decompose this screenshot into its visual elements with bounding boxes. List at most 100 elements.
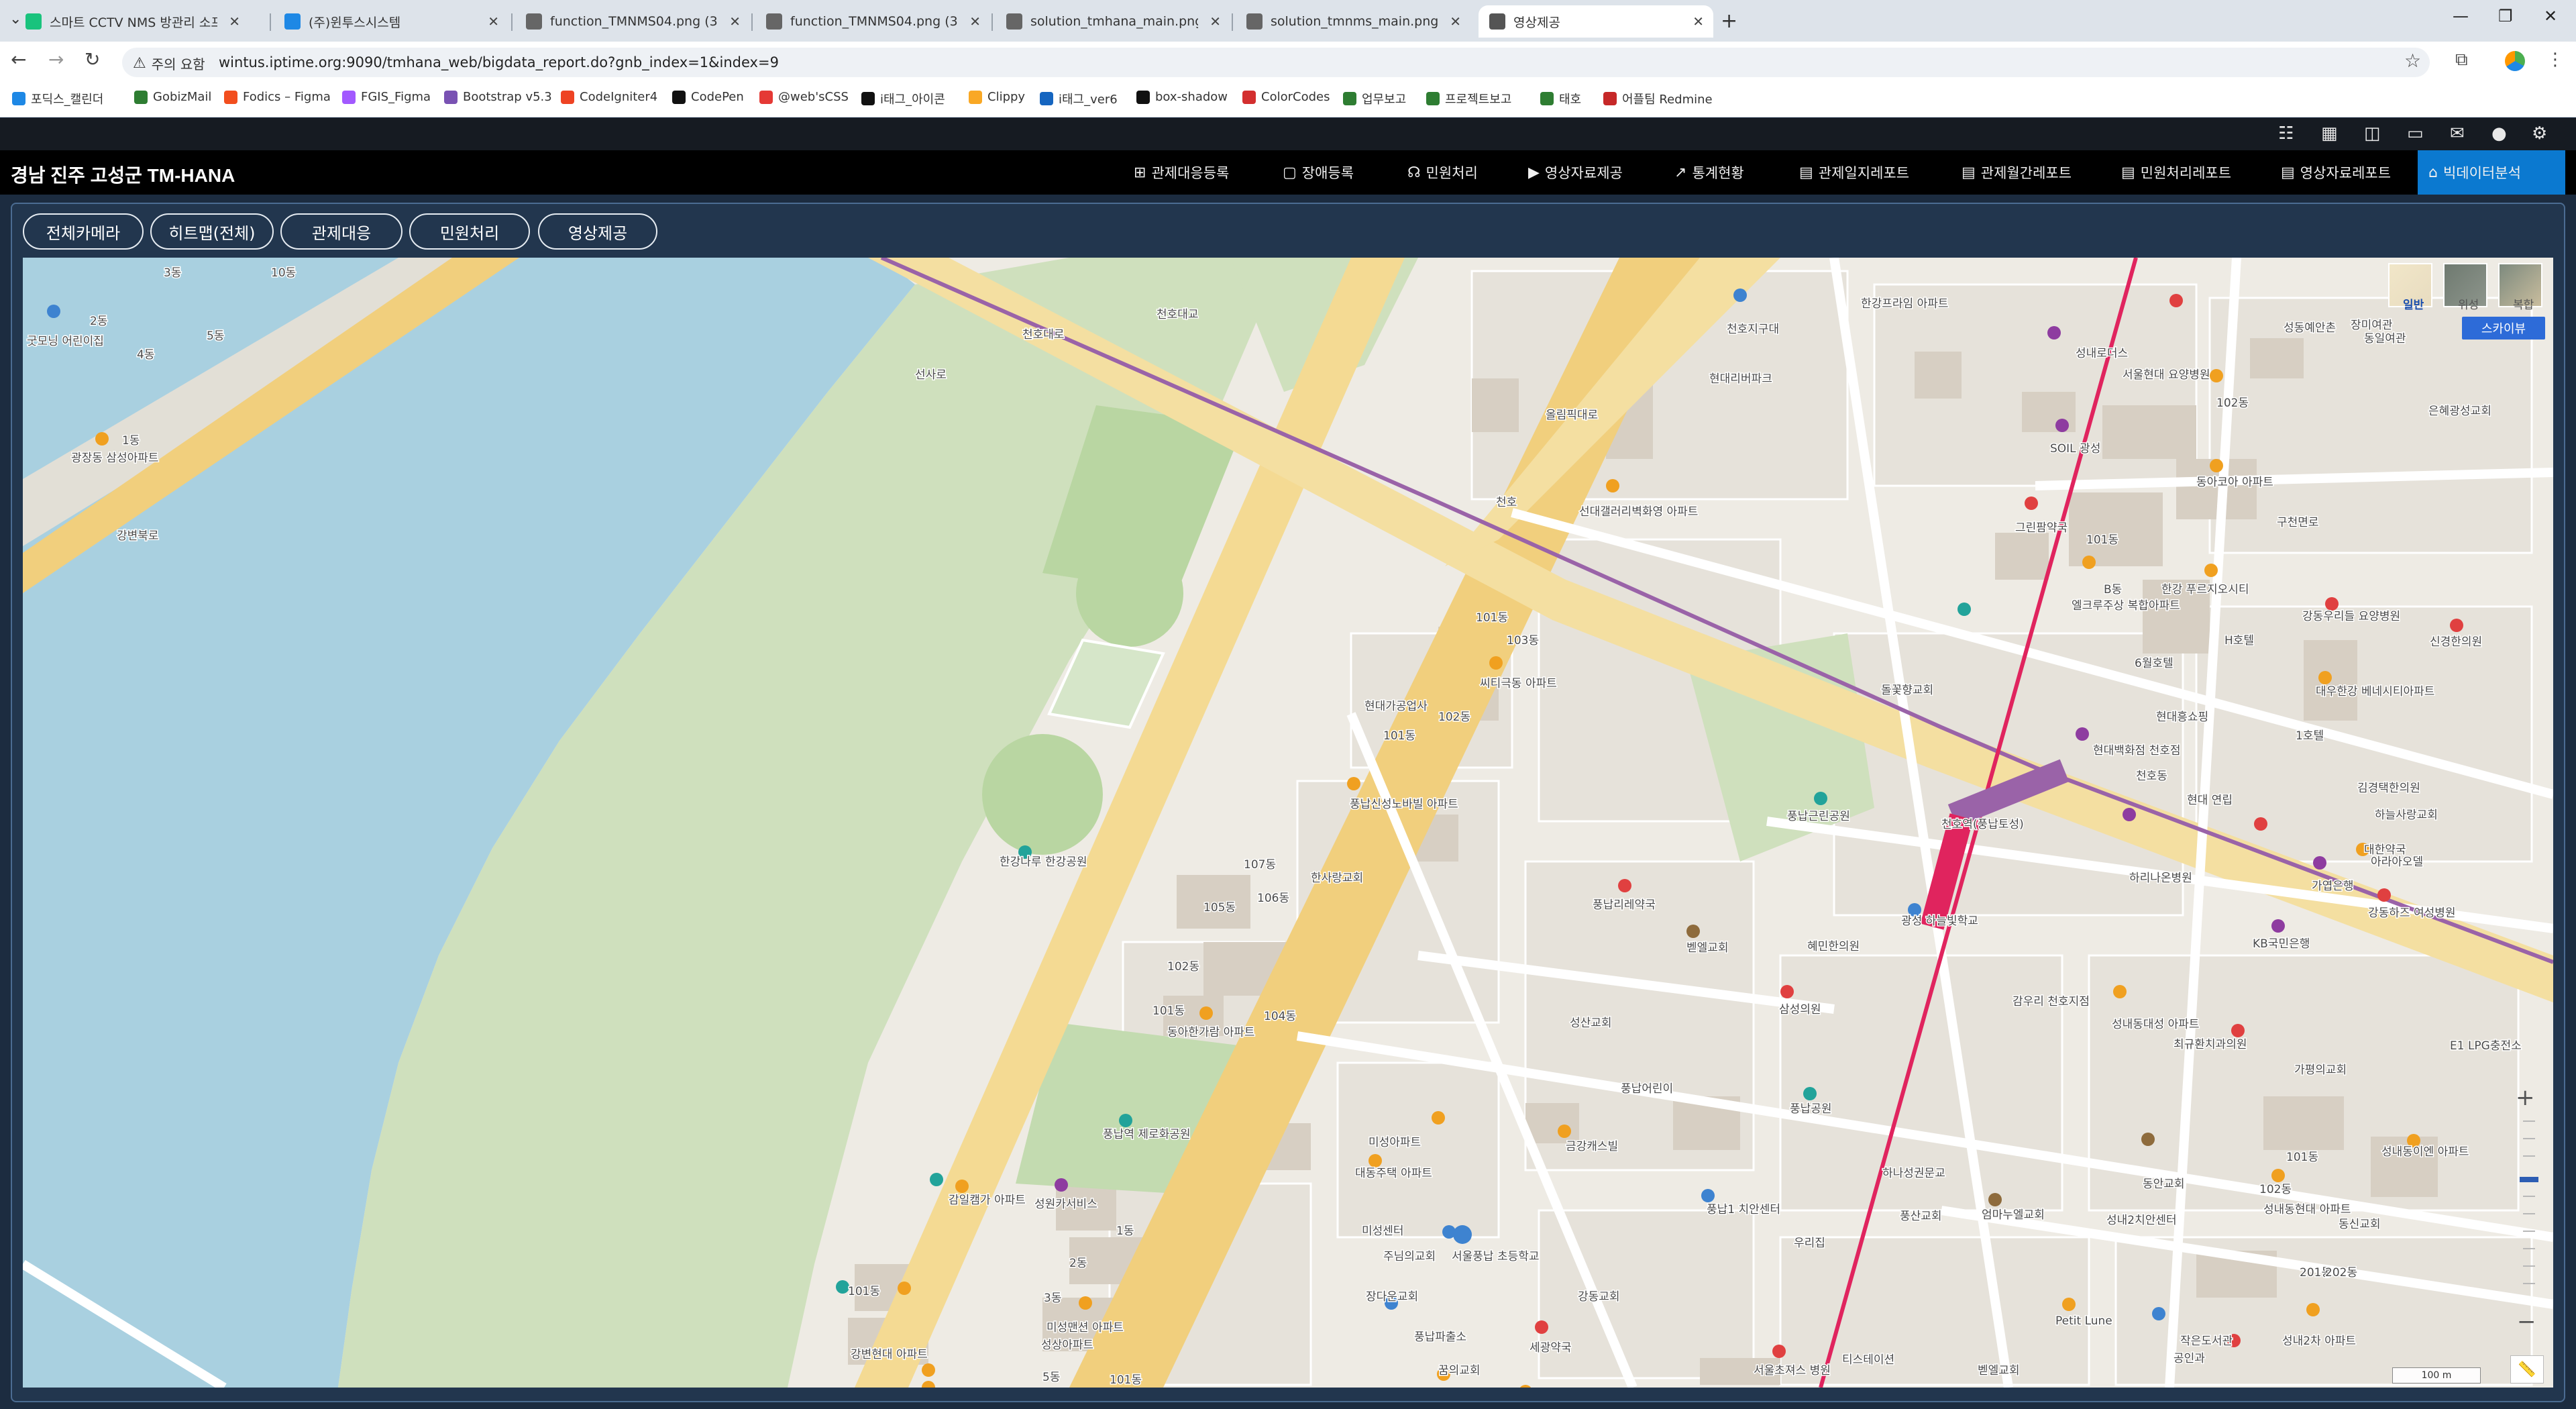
filter-button[interactable]: 히트맵(전체) (150, 213, 274, 250)
tab-close-icon[interactable]: ✕ (729, 13, 741, 30)
video-icon[interactable]: ▭ (2407, 123, 2424, 144)
bookmark-item[interactable]: @web'sCSS (759, 90, 849, 104)
user-icon[interactable]: ● (2491, 123, 2507, 144)
profile-avatar[interactable] (2505, 51, 2525, 71)
menu-item[interactable]: ▤ 관제일지레포트 (1799, 150, 1909, 195)
bookmark-star-icon[interactable]: ☆ (2404, 50, 2421, 72)
tab-close-icon[interactable]: ✕ (1210, 13, 1221, 30)
security-warning-chip[interactable]: ⚠ 주의 요함 (133, 54, 205, 73)
skyview-button[interactable]: 스카이뷰 (2462, 317, 2545, 340)
bookmark-item[interactable]: Clippy (969, 90, 1025, 104)
bookmark-item[interactable]: box-shadow (1136, 90, 1228, 104)
bookmark-favicon-icon (561, 90, 574, 104)
filter-button[interactable]: 영상제공 (538, 213, 657, 250)
map-view[interactable]: 3동 10동 2동 5동 4동 굿모닝 어린이집 1동 광장동 삼성아파트 강변북로 천호대교 올림… (23, 258, 2553, 1388)
close-window-icon[interactable]: ✕ (2544, 7, 2557, 25)
map-label: 풍납리레약국 (1593, 898, 1656, 912)
menu-item[interactable]: ☊ 민원처리 (1407, 150, 1478, 195)
bookmark-item[interactable]: GobizMail (134, 90, 211, 104)
browser-tab[interactable]: solution_tmnms_main.png (72 ✕ (1236, 5, 1470, 38)
zoom-out-icon[interactable]: − (2517, 1308, 2536, 1335)
filter-button[interactable]: 민원처리 (409, 213, 530, 250)
bookmark-item[interactable]: 어플팀 Redmine (1603, 90, 1713, 107)
bookmark-favicon-icon (1603, 92, 1617, 105)
menu-item[interactable]: ↗ 통계현황 (1674, 150, 1744, 195)
menu-item[interactable]: ⌂ 빅데이터분석 (2418, 150, 2565, 195)
menu-item[interactable]: ▢ 장애등록 (1283, 150, 1354, 195)
menu-item-label: 통계현황 (1692, 165, 1744, 181)
tab-favicon-icon (25, 13, 42, 30)
bookmark-item[interactable]: 프로젝트보고 (1426, 90, 1511, 107)
bookmark-item[interactable]: CodeIgniter4 (561, 90, 657, 104)
bookmark-favicon-icon (134, 90, 148, 104)
browser-tab[interactable]: 영상제공 ✕ (1479, 5, 1713, 38)
back-icon[interactable]: ← (11, 48, 26, 70)
reload-icon[interactable]: ↻ (85, 48, 100, 70)
restore-icon[interactable]: ❐ (2498, 7, 2513, 25)
calendar-icon[interactable]: ▦ (2321, 123, 2338, 144)
list-settings-icon[interactable]: ☷ (2278, 123, 2294, 144)
map-label: 주님의교회 (1383, 1250, 1436, 1263)
bookmark-item[interactable]: i태그_ver6 (1040, 90, 1118, 107)
map-label: 동아한가람 아파트 (1167, 1026, 1255, 1039)
bookmark-favicon-icon (1242, 90, 1256, 104)
map-canvas: 3동 10동2동5동4동굿모닝 어린이집1동광장동 삼성아파트강변북로천호대교올림… (23, 258, 2553, 1388)
menu-item[interactable]: ▶ 영상자료제공 (1528, 150, 1623, 195)
bookmark-label: 어플팀 Redmine (1622, 93, 1713, 107)
tab-close-icon[interactable]: ✕ (1450, 13, 1461, 30)
map-label: 선대갤러리벽화영 아파트 (1579, 505, 1698, 519)
map-label: 101동 (1383, 729, 1415, 743)
map-label: 2동 (90, 315, 107, 328)
bookmark-item[interactable]: 업무보고 (1343, 90, 1406, 107)
zoom-slider-handle[interactable] (2520, 1177, 2538, 1182)
ruler-icon[interactable]: 📏 (2510, 1355, 2544, 1384)
map-label: 서울풍납 초등학교 (1452, 1250, 1540, 1263)
bookmark-item[interactable]: CodePen (672, 90, 744, 104)
extensions-icon[interactable]: ⧉ (2455, 50, 2468, 70)
bookmark-item[interactable]: 태호 (1540, 90, 1581, 107)
bookmark-item[interactable]: 포딕스_캘린더 (12, 90, 103, 107)
tab-favicon-icon (526, 13, 542, 30)
minimize-icon[interactable]: — (2453, 7, 2469, 25)
map-label: 동아코아 아파트 (2196, 476, 2273, 489)
bookmark-item[interactable]: Fodics – Figma (224, 90, 331, 104)
filter-button[interactable]: 관제대응 (280, 213, 402, 250)
tab-close-icon[interactable]: ✕ (969, 13, 981, 30)
menu-item[interactable]: ▤ 민원처리레포트 (2121, 150, 2231, 195)
baseball-field (1076, 539, 1183, 647)
url-text[interactable]: wintus.iptime.org:9090/tmhana_web/bigdat… (219, 54, 779, 70)
new-tab-button[interactable]: + (1721, 9, 1737, 33)
browser-tab[interactable]: function_TMNMS04.png (360× ✕ (515, 5, 750, 38)
tab-close-icon[interactable]: ✕ (488, 13, 499, 30)
bookmark-item[interactable]: Bootstrap v5.3 (444, 90, 552, 104)
bookmark-item[interactable]: ColorCodes (1242, 90, 1330, 104)
map-label: 동일여관 (2364, 332, 2406, 346)
bookmark-label: i태그_ver6 (1059, 93, 1118, 107)
message-icon[interactable]: ✉ (2450, 123, 2465, 144)
bookmark-item[interactable]: i태그_아이콘 (861, 90, 945, 107)
menu-item-label: 영상자료제공 (1544, 165, 1623, 181)
browser-menu-icon[interactable]: ⋮ (2546, 50, 2564, 70)
map-label: 성내2차 아파트 (2282, 1335, 2356, 1348)
filter-button[interactable]: 전체카메라 (23, 213, 144, 250)
bookmark-item[interactable]: FGIS_Figma (342, 90, 431, 104)
map-label: 5동 (207, 329, 224, 343)
tab-close-icon[interactable]: ✕ (229, 13, 240, 30)
menu-item[interactable]: ▤ 영상자료레포트 (2281, 150, 2391, 195)
browser-tab[interactable]: solution_tmhana_main.png (72 ✕ (996, 5, 1230, 38)
map-label: 감일캠가 아파트 (949, 1194, 1026, 1207)
browser-tab[interactable]: function_TMNMS04.png (360× ✕ (755, 5, 990, 38)
map-label: 104동 (1264, 1010, 1296, 1023)
map-label: 2동 (1069, 1257, 1087, 1270)
bookmark-label: i태그_아이콘 (880, 93, 945, 107)
camera-settings-icon[interactable]: ◫ (2364, 123, 2381, 144)
tab-close-icon[interactable]: ✕ (1693, 13, 1704, 30)
gear-icon[interactable]: ⚙ (2532, 123, 2547, 144)
forward-icon[interactable]: → (48, 48, 64, 70)
browser-tab[interactable]: (주)윈투스시스템 ✕ (274, 5, 508, 38)
browser-tab[interactable]: 스마트 CCTV NMS 방관리 소프 ✕ (15, 5, 250, 38)
menu-item[interactable]: ⊞ 관제대응등록 (1134, 150, 1229, 195)
zoom-in-icon[interactable]: + (2516, 1084, 2535, 1111)
menu-item[interactable]: ▤ 관제월간레포트 (1962, 150, 2072, 195)
bookmark-label: Clippy (987, 90, 1026, 104)
